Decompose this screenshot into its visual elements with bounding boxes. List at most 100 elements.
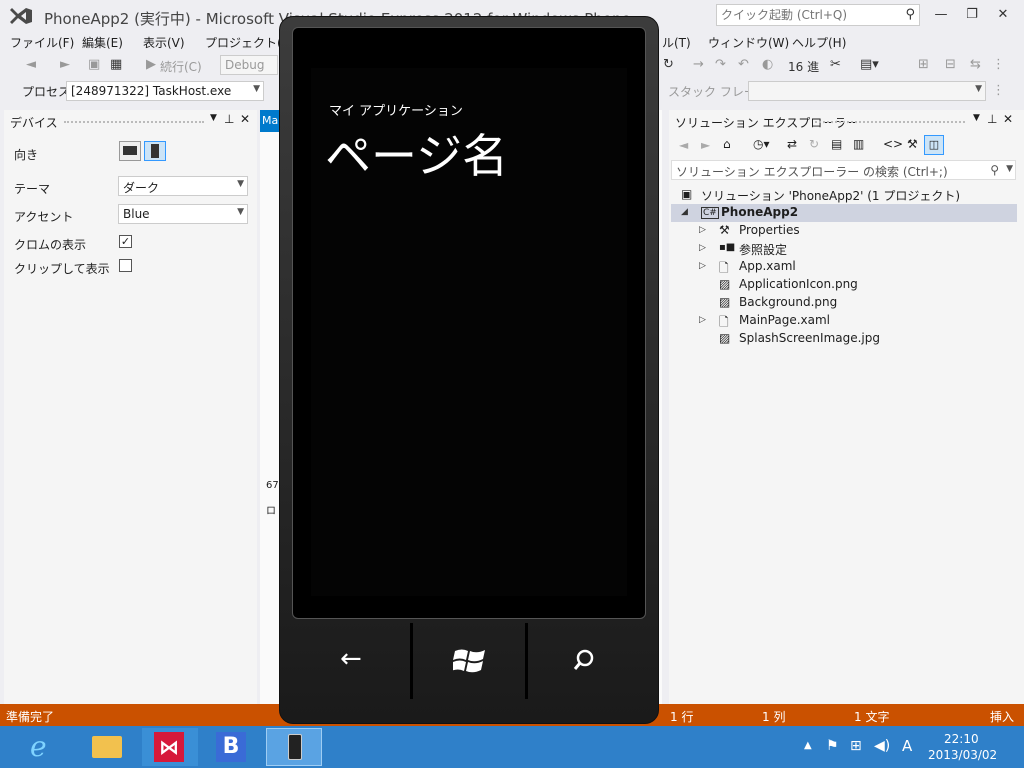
phone-screen[interactable]: マイ アプリケーション ページ名 <box>311 68 627 596</box>
clock-date[interactable]: 2013/03/02 <box>928 748 997 762</box>
tree-item-project[interactable]: ◢ C# PhoneApp2 <box>671 204 1017 222</box>
close-icon[interactable]: ✕ <box>988 4 1018 26</box>
align-icon[interactable]: ⊟ <box>945 57 956 72</box>
output-icon[interactable]: ▤▾ <box>860 57 879 72</box>
accent-combo[interactable]: Blue ▼ <box>118 204 248 224</box>
chevron-down-icon[interactable]: ▼ <box>1006 164 1013 174</box>
start-button[interactable] <box>413 620 525 700</box>
show-chrome-checkbox[interactable]: ✓ <box>119 235 132 248</box>
menu-help[interactable]: ヘルプ(H) <box>792 34 846 51</box>
search-button[interactable] <box>528 620 646 700</box>
step-into-icon[interactable]: → <box>693 57 704 72</box>
taskbar-file-explorer[interactable] <box>80 728 136 766</box>
pin-icon[interactable]: ⊥ <box>224 112 234 126</box>
volume-icon[interactable]: ◀) <box>874 738 890 754</box>
expanded-icon[interactable]: ◢ <box>681 207 688 217</box>
tray-expand-icon[interactable]: ▲ <box>804 740 812 751</box>
threads-icon[interactable]: ✂ <box>830 57 841 72</box>
continue-label[interactable]: 続行(C) <box>160 58 202 75</box>
history-icon[interactable]: ◷▾ <box>753 137 770 151</box>
tree-item-solution[interactable]: ▣ ソリューション 'PhoneApp2' (1 プロジェクト) <box>677 186 1017 204</box>
solution-search-box[interactable]: ソリューション エクスプローラー の検索 (Ctrl+;) ⚲ ▼ <box>671 160 1016 180</box>
search-icon[interactable]: ⚲ <box>990 163 999 177</box>
menu-file[interactable]: ファイル(F) <box>10 34 74 51</box>
sync-icon[interactable]: ⇄ <box>787 137 797 151</box>
landscape-button[interactable] <box>119 141 141 161</box>
collapsed-icon[interactable]: ▷ <box>699 225 706 235</box>
view-code-icon[interactable]: <> <box>883 137 903 151</box>
forward-icon[interactable]: ► <box>701 138 710 152</box>
status-line: 1 行 <box>670 710 694 724</box>
restore-icon[interactable]: ❐ <box>957 4 987 26</box>
tree-item-app-xaml[interactable]: ▷ 🗋 App.xaml <box>671 258 1017 276</box>
accent-value: Blue <box>123 207 150 221</box>
config-value: Debug <box>225 58 265 72</box>
tree-item-splashscreen[interactable]: ▨ SplashScreenImage.jpg <box>671 330 1017 348</box>
dropdown-icon[interactable]: ▼ <box>210 113 217 123</box>
step-over-icon[interactable]: ↷ <box>715 57 726 72</box>
new-item-icon[interactable]: ▣ <box>88 57 100 72</box>
clip-checkbox[interactable] <box>119 259 132 272</box>
references-icon: ▪■ <box>719 242 736 253</box>
portrait-button[interactable] <box>144 141 166 161</box>
minimize-icon[interactable]: — <box>926 4 956 26</box>
restart-icon[interactable]: ↻ <box>663 57 674 72</box>
pin-icon[interactable]: ⊥ <box>987 112 997 126</box>
taskbar-blend[interactable]: B <box>204 728 260 766</box>
menu-edit[interactable]: 編集(E) <box>82 34 123 51</box>
status-text: 準備完了 <box>6 710 55 724</box>
action-center-icon[interactable]: ⚑ <box>826 738 839 754</box>
toolbar-overflow-icon[interactable]: ⋮ <box>992 83 1005 98</box>
taskbar-internet-explorer[interactable]: e <box>18 728 74 766</box>
tree-item-application-icon[interactable]: ▨ ApplicationIcon.png <box>671 276 1017 294</box>
doc-fragment: ロ <box>266 506 276 517</box>
preview-toggle-icon[interactable]: ◫ <box>924 135 944 155</box>
back-icon[interactable]: ◄ <box>26 57 36 72</box>
refresh-icon[interactable]: ↻ <box>809 137 819 151</box>
tree-item-label: 参照設定 <box>739 243 788 257</box>
toolbar-overflow-icon[interactable]: ⋮ <box>992 57 1005 72</box>
dropdown-icon[interactable]: ▼ <box>973 113 980 123</box>
close-icon[interactable]: ✕ <box>240 112 250 126</box>
back-icon[interactable]: ◄ <box>679 138 688 152</box>
network-icon[interactable]: ⊞ <box>850 738 862 754</box>
theme-combo[interactable]: ダーク ▼ <box>118 176 248 196</box>
collapse-all-icon[interactable]: ▤ <box>831 137 842 151</box>
comment-icon[interactable]: ⇆ <box>970 57 981 72</box>
step-out-icon[interactable]: ↶ <box>738 57 749 72</box>
stack-frame-combo[interactable]: ▼ <box>748 81 986 101</box>
save-all-icon[interactable]: ▦ <box>110 57 122 72</box>
show-all-files-icon[interactable]: ▥ <box>853 137 864 151</box>
close-icon[interactable]: ✕ <box>1003 112 1013 126</box>
tree-item-references[interactable]: ▷ ▪■ 参照設定 <box>671 240 1017 258</box>
menu-tools[interactable]: ル(T) <box>662 34 691 51</box>
forward-icon[interactable]: ► <box>60 57 70 72</box>
wrench-icon[interactable]: ⚒ <box>907 137 918 151</box>
search-icon[interactable]: ⚲ <box>905 7 915 22</box>
hex-toggle[interactable]: 16 進 <box>788 58 819 75</box>
back-button[interactable]: ← <box>292 620 410 700</box>
continue-icon[interactable]: ▶ <box>146 57 156 72</box>
collapsed-icon[interactable]: ▷ <box>699 315 706 325</box>
collapsed-icon[interactable]: ▷ <box>699 243 706 253</box>
ime-indicator[interactable]: A <box>902 737 912 755</box>
clock-time[interactable]: 22:10 <box>944 732 979 746</box>
breakpoint-icon[interactable]: ◐ <box>762 57 773 72</box>
tree-item-properties[interactable]: ▷ ⚒ Properties <box>671 222 1017 240</box>
taskbar-phone-emulator[interactable] <box>266 728 322 766</box>
menu-view[interactable]: 表示(V) <box>143 34 185 51</box>
config-combo[interactable]: Debug <box>220 55 278 75</box>
solution-search-input[interactable]: ソリューション エクスプローラー の検索 (Ctrl+;) <box>676 165 948 179</box>
document-tab[interactable]: Ma <box>260 110 280 132</box>
menu-window[interactable]: ウィンドウ(W) <box>708 34 789 51</box>
tree-item-background[interactable]: ▨ Background.png <box>671 294 1017 312</box>
format-icon[interactable]: ⊞ <box>918 57 929 72</box>
taskbar-visual-studio[interactable]: ⋈ <box>142 728 198 766</box>
home-icon[interactable]: ⌂ <box>723 137 731 151</box>
process-combo[interactable]: [248971322] TaskHost.exe ▼ <box>66 81 264 101</box>
quick-launch-box[interactable]: ⚲ <box>716 4 920 26</box>
quick-launch-input[interactable] <box>717 5 895 25</box>
zoom-level[interactable]: 67 <box>266 480 279 491</box>
tree-item-mainpage-xaml[interactable]: ▷ 🗋 MainPage.xaml <box>671 312 1017 330</box>
collapsed-icon[interactable]: ▷ <box>699 261 706 271</box>
